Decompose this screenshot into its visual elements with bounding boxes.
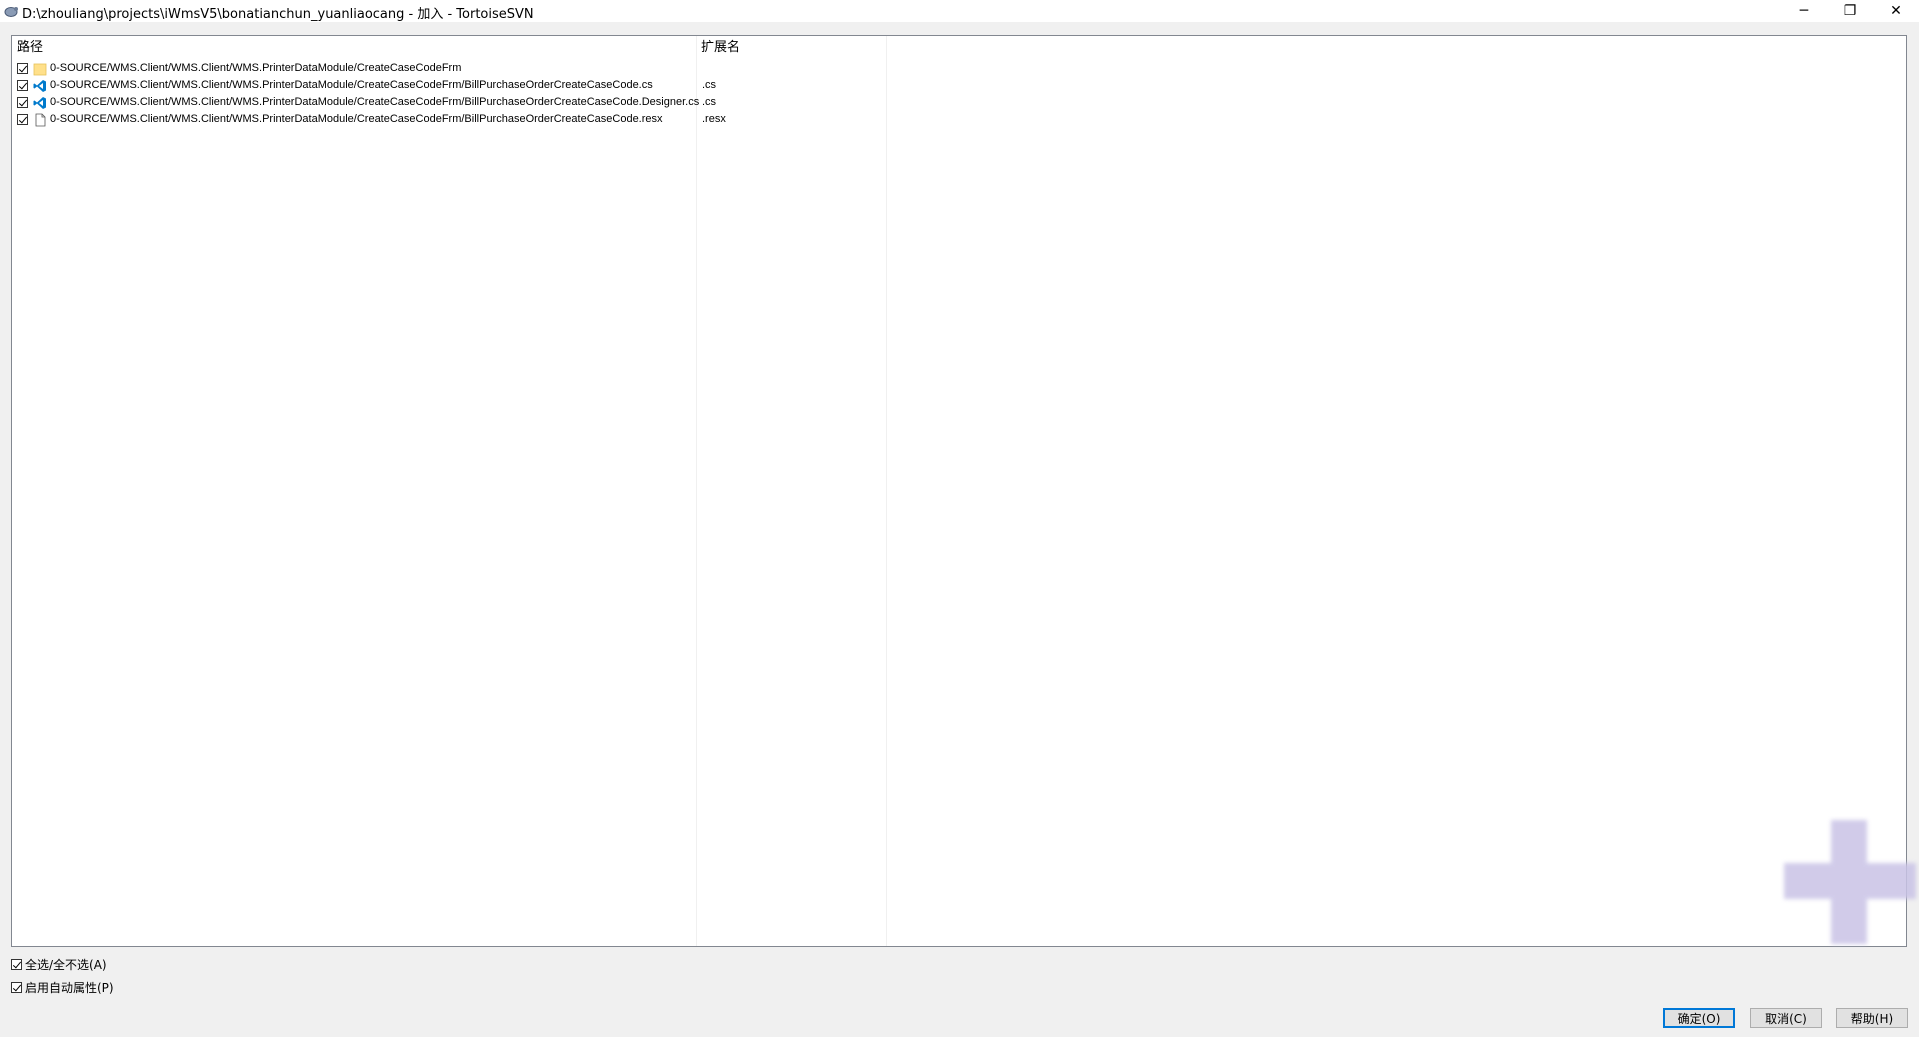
- column-header-path[interactable]: 路径: [12, 36, 696, 60]
- folder-icon: [33, 63, 47, 76]
- row-checkbox[interactable]: [17, 80, 28, 91]
- window-title: D:\zhouliang\projects\iWmsV5\bonatianchu…: [22, 7, 534, 22]
- ok-button[interactable]: 确定(O): [1663, 1008, 1735, 1028]
- file-rows: 0-SOURCE/WMS.Client/WMS.Client/WMS.Print…: [12, 61, 1906, 129]
- column-divider[interactable]: [696, 36, 697, 946]
- title-bar: D:\zhouliang\projects\iWmsV5\bonatianchu…: [0, 0, 1919, 22]
- list-header: 路径 扩展名: [12, 36, 1906, 60]
- list-item[interactable]: 0-SOURCE/WMS.Client/WMS.Client/WMS.Print…: [12, 112, 1906, 129]
- list-item[interactable]: 0-SOURCE/WMS.Client/WMS.Client/WMS.Print…: [12, 61, 1906, 78]
- checkbox-box[interactable]: [11, 981, 22, 993]
- file-list[interactable]: 路径 扩展名 0-SOURCE/WMS.Client/WMS.Client/WM…: [11, 35, 1916, 947]
- restore-button[interactable]: ❐: [1827, 0, 1873, 22]
- close-button[interactable]: ✕: [1873, 0, 1919, 22]
- auto-props-checkbox[interactable]: 启用自动属性(P): [11, 978, 114, 996]
- row-checkbox[interactable]: [17, 114, 28, 125]
- select-all-label: 全选/全不选(A): [25, 957, 107, 972]
- tortoisesvn-app-icon: [4, 7, 18, 17]
- select-all-checkbox[interactable]: 全选/全不选(A): [11, 955, 107, 973]
- row-extension: .resx: [702, 113, 726, 125]
- row-path: 0-SOURCE/WMS.Client/WMS.Client/WMS.Print…: [50, 96, 700, 108]
- list-item[interactable]: 0-SOURCE/WMS.Client/WMS.Client/WMS.Print…: [12, 78, 1906, 95]
- list-item[interactable]: 0-SOURCE/WMS.Client/WMS.Client/WMS.Print…: [12, 95, 1906, 112]
- cancel-button[interactable]: 取消(C): [1750, 1008, 1822, 1028]
- row-checkbox[interactable]: [17, 97, 28, 108]
- row-checkbox[interactable]: [17, 63, 28, 74]
- row-extension: .cs: [702, 79, 717, 91]
- generic-file-icon: [35, 113, 46, 127]
- row-extension: .cs: [702, 96, 717, 108]
- help-button[interactable]: 帮助(H): [1836, 1008, 1908, 1028]
- column-header-extension[interactable]: 扩展名: [696, 36, 886, 60]
- row-path: 0-SOURCE/WMS.Client/WMS.Client/WMS.Print…: [50, 62, 462, 74]
- vscode-file-icon: [33, 97, 46, 109]
- checkbox-box[interactable]: [11, 958, 22, 970]
- auto-props-label: 启用自动属性(P): [25, 980, 114, 995]
- plus-watermark-icon: [1784, 820, 1916, 944]
- vscode-file-icon: [33, 80, 46, 92]
- row-path: 0-SOURCE/WMS.Client/WMS.Client/WMS.Print…: [50, 79, 653, 91]
- column-divider[interactable]: [886, 36, 887, 946]
- minimize-button[interactable]: ─: [1781, 0, 1827, 22]
- row-path: 0-SOURCE/WMS.Client/WMS.Client/WMS.Print…: [50, 113, 663, 125]
